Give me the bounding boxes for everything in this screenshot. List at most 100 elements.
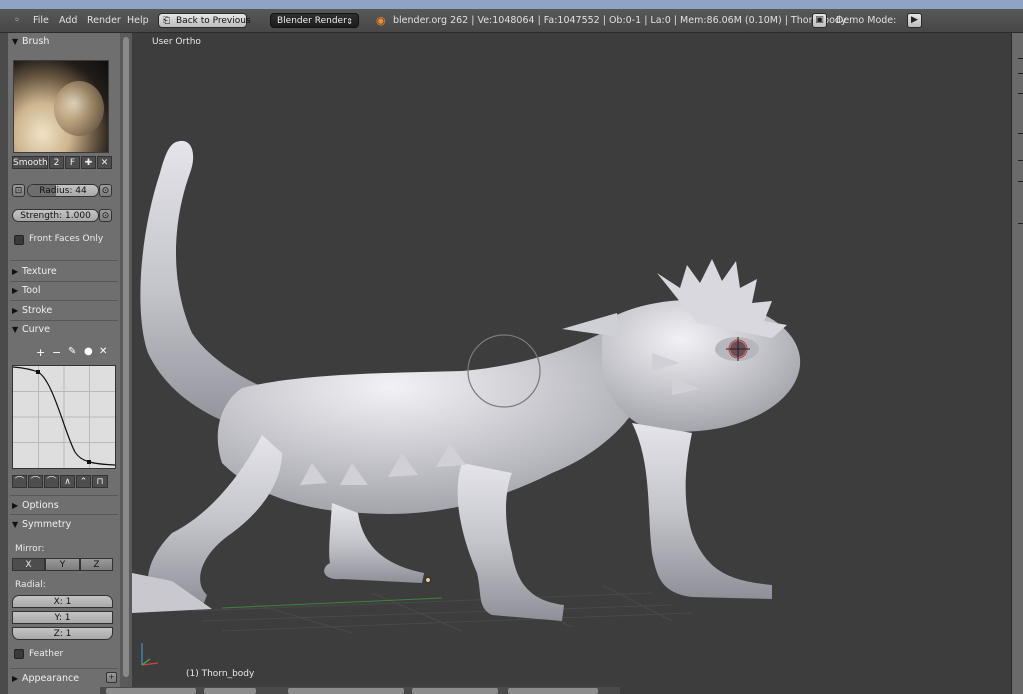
radial-x-field[interactable]: X: 1 xyxy=(12,595,113,608)
curve-point[interactable] xyxy=(36,370,40,374)
collapsed-triangle-icon: ▶ xyxy=(12,286,19,295)
strip-mark xyxy=(1018,58,1023,59)
back-to-previous-button[interactable]: ⎗ Back to Previous xyxy=(158,13,251,28)
mirror-label: Mirror: xyxy=(15,544,45,554)
ground-grid xyxy=(191,584,693,634)
play-icon[interactable]: ▶ xyxy=(907,13,922,28)
demo-mode-label: Demo Mode: xyxy=(836,15,897,26)
fake-user-toggle[interactable]: F xyxy=(65,156,80,169)
symmetry-panel-header[interactable]: ▼ Symmetry xyxy=(12,516,71,533)
layer-buttons[interactable] xyxy=(412,688,498,694)
scrollbar-thumb[interactable] xyxy=(123,37,129,677)
clipping-icon[interactable]: ● xyxy=(84,346,93,357)
wrench-icon[interactable]: ✎ xyxy=(68,346,76,357)
info-header: ◦ File Add Render Help ⎗ Back to Previou… xyxy=(0,9,1023,33)
unlink-brush-icon[interactable]: ✕ xyxy=(97,156,112,169)
strip-mark xyxy=(1018,223,1023,224)
collapsed-triangle-icon: ▶ xyxy=(12,306,19,315)
divider xyxy=(10,668,118,669)
options-panel-header[interactable]: ▶ Options xyxy=(12,497,59,514)
lizard-mesh xyxy=(132,140,801,621)
stroke-panel-header[interactable]: ▶ Stroke xyxy=(12,302,52,319)
texture-panel-header[interactable]: ▶ Texture xyxy=(12,263,57,280)
add-panel-icon[interactable]: + xyxy=(106,672,117,683)
editor-type-icon[interactable]: ◦ xyxy=(14,9,20,32)
preset-root-icon[interactable]: ⌒ xyxy=(44,475,59,488)
collapsed-triangle-icon: ▶ xyxy=(12,267,19,276)
back-icon: ⎗ xyxy=(163,16,171,26)
mirror-x-toggle[interactable]: X xyxy=(12,558,45,571)
properties-strip[interactable] xyxy=(1011,33,1023,694)
appearance-panel-header[interactable]: ▶ Appearance xyxy=(12,670,79,687)
menu-file[interactable]: File xyxy=(33,9,49,32)
divider xyxy=(10,495,118,496)
radial-y-field[interactable]: Y: 1 xyxy=(12,611,113,624)
viewport-header xyxy=(100,687,620,694)
scene-stats: blender.org 262 | Ve:1048064 | Fa:104755… xyxy=(393,15,847,26)
radius-pressure-icon[interactable]: ⊙ xyxy=(99,184,112,197)
menu-render[interactable]: Render xyxy=(87,9,121,32)
render-engine-select[interactable]: Blender Render ⇕ xyxy=(270,13,359,28)
front-faces-only-checkbox[interactable] xyxy=(14,235,24,245)
strip-mark xyxy=(1018,160,1023,161)
left-edge xyxy=(0,33,8,694)
curve-panel-header[interactable]: ▼ Curve xyxy=(12,321,50,338)
brush-panel-header[interactable]: ▼ Brush xyxy=(12,33,49,50)
tool-panel-header[interactable]: ▶ Tool xyxy=(12,282,40,299)
expanded-triangle-icon: ▼ xyxy=(12,37,19,46)
snap-buttons[interactable] xyxy=(508,688,598,694)
shading-buttons[interactable] xyxy=(204,688,256,694)
preset-line-icon[interactable]: ⌃ xyxy=(76,475,91,488)
radial-z-field[interactable]: Z: 1 xyxy=(12,627,113,640)
mirror-y-toggle[interactable]: Y xyxy=(45,558,80,571)
feather-label: Feather xyxy=(29,649,64,659)
preset-round-icon[interactable]: ⌒ xyxy=(28,475,43,488)
active-object-label: (1) Thorn_body xyxy=(186,669,255,679)
feather-checkbox[interactable] xyxy=(14,649,24,659)
strip-mark xyxy=(1018,133,1023,134)
strip-mark xyxy=(1018,73,1023,74)
divider xyxy=(10,260,118,261)
collapsed-triangle-icon: ▶ xyxy=(12,501,19,510)
falloff-curve xyxy=(13,366,115,468)
tool-shelf: ▼ Brush Smooth 2 F ✚ ✕ ⊡ Radius: 44 ⊙ Str… xyxy=(8,33,120,694)
expanded-triangle-icon: ▼ xyxy=(12,325,19,334)
menu-add[interactable]: Add xyxy=(59,9,77,32)
divider xyxy=(10,300,118,301)
pivot-buttons[interactable] xyxy=(288,688,404,694)
front-faces-only-label: Front Faces Only xyxy=(29,234,104,244)
expanded-triangle-icon: ▼ xyxy=(12,520,19,529)
strength-slider[interactable]: Strength: 1.000 xyxy=(12,209,99,222)
brush-preview[interactable] xyxy=(13,60,109,153)
lock-icon[interactable]: ⊡ xyxy=(12,184,25,197)
radius-slider[interactable]: Radius: 44 xyxy=(27,184,99,197)
zoom-in-icon[interactable]: + xyxy=(36,346,45,359)
blender-logo-icon: ◉ xyxy=(376,14,386,27)
zoom-out-icon[interactable]: − xyxy=(52,346,61,359)
divider xyxy=(10,514,118,515)
strength-pressure-icon[interactable]: ⊙ xyxy=(99,209,112,222)
window-title-bar xyxy=(0,0,1023,9)
tool-shelf-scrollbar[interactable] xyxy=(120,33,132,694)
curve-editor[interactable] xyxy=(12,365,116,469)
curve-point[interactable] xyxy=(87,460,91,464)
dropdown-arrows-icon: ⇕ xyxy=(346,17,353,26)
3d-viewport[interactable]: User Ortho (1) Thorn_body xyxy=(132,33,1011,694)
strip-mark xyxy=(1018,93,1023,94)
reset-curve-icon[interactable]: ✕ xyxy=(99,346,107,357)
strip-mark xyxy=(1018,181,1023,182)
preset-smooth-icon[interactable]: ⌒ xyxy=(12,475,27,488)
viewport-scene xyxy=(132,140,801,666)
mirror-z-toggle[interactable]: Z xyxy=(80,558,113,571)
collapsed-triangle-icon: ▶ xyxy=(12,674,19,683)
add-brush-icon[interactable]: ✚ xyxy=(81,156,96,169)
mode-select[interactable] xyxy=(106,688,196,694)
object-origin xyxy=(425,577,431,583)
menu-help[interactable]: Help xyxy=(127,9,149,32)
screencast-icon[interactable]: ▣ xyxy=(812,13,827,28)
brush-name-field[interactable]: Smooth xyxy=(12,156,48,169)
preset-max-icon[interactable]: ⊓ xyxy=(92,475,108,488)
radial-label: Radial: xyxy=(15,580,46,590)
preset-sharp-icon[interactable]: ∧ xyxy=(60,475,75,488)
brush-users-count[interactable]: 2 xyxy=(49,156,64,169)
